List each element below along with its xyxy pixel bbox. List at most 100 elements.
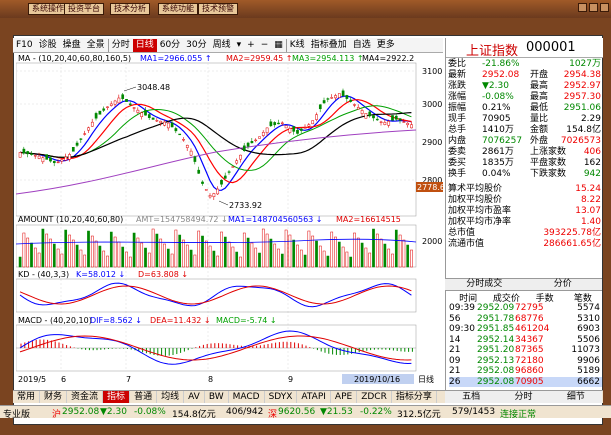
amount-bar bbox=[106, 255, 109, 268]
amount-bar bbox=[231, 246, 235, 268]
tb-watchlist[interactable]: 自选 bbox=[350, 39, 374, 52]
candle-body bbox=[52, 160, 56, 164]
indicator-tab[interactable]: MACD bbox=[229, 391, 265, 403]
tb-f10[interactable]: F10 bbox=[13, 39, 36, 52]
indicator-tab[interactable]: AV bbox=[184, 391, 205, 403]
tb-operate[interactable]: 操盘 bbox=[60, 39, 84, 52]
tb-diagnose[interactable]: 诊股 bbox=[36, 39, 60, 52]
indicator-tab[interactable]: 资金流 bbox=[67, 391, 104, 403]
indicator-tab[interactable]: APE bbox=[331, 391, 358, 403]
indicator-tab[interactable]: 指标 bbox=[103, 391, 131, 403]
tab-price-dist[interactable]: 分价 bbox=[524, 279, 603, 290]
menu-item-system[interactable]: 系统操作 bbox=[28, 3, 68, 15]
amount-bar bbox=[117, 241, 121, 268]
status-sh-label: 沪 bbox=[52, 410, 62, 420]
tb-weekly[interactable]: 周线 bbox=[210, 39, 234, 52]
tick-count: 5574 bbox=[577, 303, 600, 313]
amount-bar bbox=[334, 236, 337, 268]
menu-item-functions[interactable]: 系统功能 bbox=[158, 3, 198, 15]
quote-value-right: 1027万 bbox=[569, 59, 601, 69]
tick-row[interactable]: 26 2952.08 70905 6662 bbox=[449, 376, 602, 387]
add-icon[interactable]: + bbox=[244, 39, 258, 52]
quote-label-right: 平盘家数 bbox=[530, 158, 567, 168]
amount-bar bbox=[277, 248, 280, 268]
stat-row: 加权平均市盈率 13.07 bbox=[448, 206, 601, 217]
amount-bar bbox=[201, 235, 204, 268]
candle-body bbox=[201, 181, 204, 184]
tab-five-levels[interactable]: 五档 bbox=[445, 391, 497, 403]
tick-row[interactable]: 09:30 2951.85 461204 6903 bbox=[449, 324, 602, 334]
quote-row: 委卖 2861万 上涨家数 406 bbox=[448, 147, 601, 158]
candle-body bbox=[353, 104, 356, 106]
tb-intraday[interactable]: 分时 bbox=[107, 38, 133, 52]
indicator-tab[interactable]: 普通 bbox=[130, 391, 158, 403]
tb-kline[interactable]: K线 bbox=[285, 38, 308, 52]
tick-time: 21 bbox=[449, 366, 461, 376]
tab-details[interactable]: 细节 bbox=[550, 391, 602, 403]
candle-body bbox=[231, 166, 235, 168]
chevron-down-icon[interactable]: ▾ bbox=[234, 39, 245, 52]
tick-row[interactable]: 09:39 2952.09 72795 5574 bbox=[449, 303, 602, 313]
indicator-tab[interactable]: 指标分享 bbox=[392, 391, 437, 403]
menu-item-alerts[interactable]: 技术预警 bbox=[198, 3, 238, 15]
candle-body bbox=[41, 157, 45, 163]
maximize-icon[interactable] bbox=[589, 3, 598, 12]
tb-30min[interactable]: 30分 bbox=[183, 39, 209, 52]
quote-value-right: 2957.30 bbox=[563, 92, 601, 102]
price-axis-3000: 3000 bbox=[422, 100, 442, 109]
tb-daily[interactable]: 日线 bbox=[132, 38, 157, 52]
indicator-tab[interactable]: ATAPI bbox=[297, 391, 331, 403]
indicator-tab[interactable]: 均线 bbox=[157, 391, 185, 403]
status-sz-change: ▼21.53 bbox=[320, 407, 353, 417]
amount-bar bbox=[280, 253, 284, 268]
menu-item-analysis[interactable]: 技术分析 bbox=[110, 3, 150, 15]
candle-body bbox=[246, 142, 250, 147]
tb-more[interactable]: 更多 bbox=[374, 39, 398, 52]
quote-label-right: 上涨家数 bbox=[530, 147, 567, 157]
tick-row[interactable]: 21 2952.08 96860 5189 bbox=[449, 366, 602, 376]
amount-bar bbox=[56, 248, 60, 268]
amount-bar bbox=[87, 230, 90, 268]
tb-60min[interactable]: 60分 bbox=[157, 39, 183, 52]
kline-chart-svg[interactable]: MA - (10,20,40,60,80,160,5) MA1=2966.055… bbox=[15, 54, 450, 384]
quote-label: 内盘 bbox=[448, 136, 467, 146]
tick-price: 2952.14 bbox=[477, 334, 515, 345]
quote-value: -21.86% bbox=[482, 59, 520, 69]
indicator-tab[interactable]: SDYX bbox=[265, 391, 298, 403]
amount-bar bbox=[125, 251, 128, 268]
tick-row[interactable]: 09 2952.13 72180 9906 bbox=[449, 356, 602, 366]
indicator-tab[interactable]: ZDCR bbox=[357, 391, 392, 403]
indicator-tab[interactable]: 常用 bbox=[13, 391, 41, 403]
tick-price: 2952.08 bbox=[477, 376, 515, 387]
amount-bar bbox=[269, 238, 273, 268]
tick-row[interactable]: 21 2951.20 87365 11073 bbox=[449, 345, 602, 355]
tab-tick-trades[interactable]: 分时成交 bbox=[445, 279, 524, 290]
candle-body bbox=[174, 128, 178, 132]
stat-label: 算术平均股价 bbox=[448, 184, 503, 194]
amount-bar bbox=[193, 254, 197, 268]
indicator-tab[interactable]: 财务 bbox=[40, 391, 68, 403]
minus-icon[interactable]: − bbox=[258, 39, 272, 52]
amount-bar bbox=[98, 245, 102, 268]
ma-legend-ma2: MA2=2959.45 ↑ bbox=[226, 54, 293, 63]
menu-item-platform[interactable]: 投资平台 bbox=[64, 3, 104, 15]
tick-volume: 68776 bbox=[515, 313, 544, 324]
tab-intraday-right[interactable]: 分时 bbox=[497, 391, 549, 403]
amount-bar bbox=[341, 246, 345, 268]
close-icon[interactable] bbox=[600, 3, 609, 12]
candle-body bbox=[261, 132, 265, 136]
indicator-tab[interactable]: BW bbox=[205, 391, 229, 403]
minimize-icon[interactable] bbox=[578, 3, 587, 12]
amount-legend-ma1: MA1=148704560563 ↓ bbox=[228, 215, 323, 224]
quote-row: 内盘 7076257 外盘 7026573 bbox=[448, 136, 601, 147]
quote-value-right: 2952.97 bbox=[563, 81, 601, 91]
tb-overlay[interactable]: 指标叠加 bbox=[308, 39, 350, 52]
tick-row[interactable]: 56 2951.78 68776 5310 bbox=[449, 314, 602, 324]
chart-area[interactable]: MA - (10,20,40,60,80,160,5) MA1=2966.055… bbox=[15, 54, 450, 384]
tick-row[interactable]: 14 2952.14 34367 5506 bbox=[449, 335, 602, 345]
grid-icon[interactable]: ▦ bbox=[271, 39, 286, 52]
tick-price: 2952.08 bbox=[477, 366, 515, 376]
tb-overview[interactable]: 全景 bbox=[84, 39, 108, 52]
amount-bar bbox=[128, 256, 132, 268]
amount-bar bbox=[71, 239, 75, 268]
